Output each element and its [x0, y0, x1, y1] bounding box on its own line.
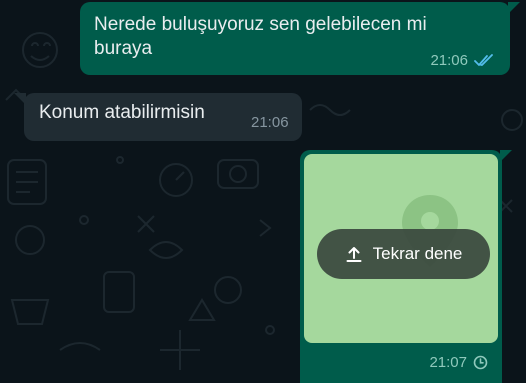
incoming-message-bubble[interactable]: Konum atabilirmisin 21:06: [14, 93, 302, 141]
message-time: 21:06: [430, 52, 468, 69]
retry-label: Tekrar dene: [372, 244, 463, 263]
bubble-tail: [508, 2, 520, 14]
message-meta: 21:06: [430, 52, 494, 69]
message-meta: 21:07: [429, 354, 488, 371]
outgoing-message-bubble[interactable]: Nerede buluşuyoruz sen gelebilecen mi bu…: [80, 2, 520, 75]
bubble-tail: [500, 150, 512, 162]
clock-pending-icon: [473, 355, 488, 370]
double-check-read-icon: [474, 54, 494, 67]
outgoing-location-message[interactable]: Tekrar dene 21:07: [300, 150, 512, 383]
bubble-tail: [14, 93, 26, 105]
location-map-preview[interactable]: Tekrar dene: [304, 154, 498, 343]
retry-upload-button[interactable]: Tekrar dene: [317, 229, 490, 279]
upload-icon: [345, 245, 363, 263]
message-time: 21:06: [251, 114, 289, 131]
message-time: 21:07: [429, 354, 467, 371]
message-text: Konum atabilirmisin: [39, 102, 205, 123]
